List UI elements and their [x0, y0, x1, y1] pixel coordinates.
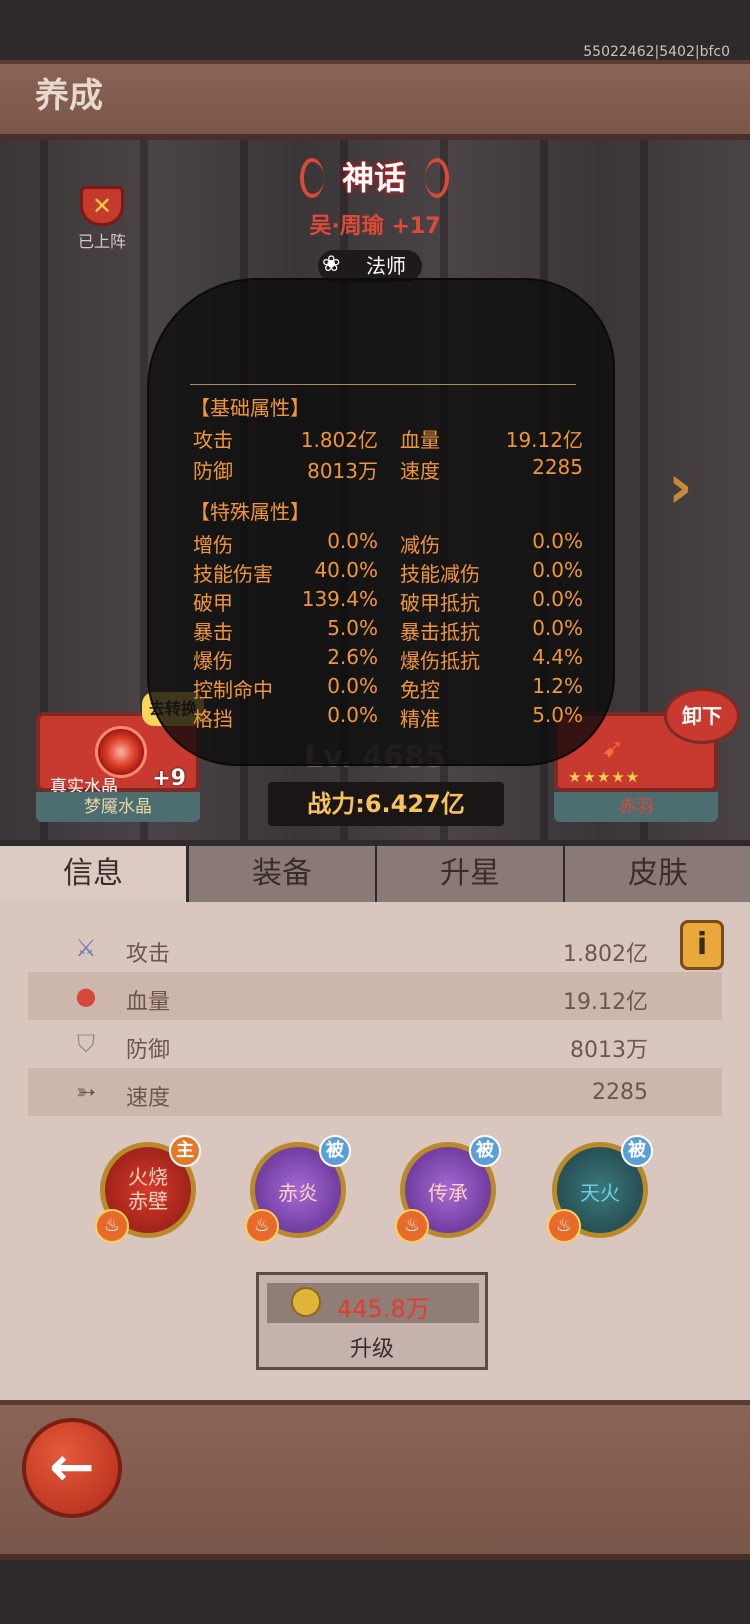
cost-value: 445.8万	[337, 1295, 430, 1323]
special-attributes-title: 【特殊属性】	[190, 500, 310, 524]
skill-type-badge: 主	[169, 1135, 201, 1167]
upgrade-cost: 445.8万	[267, 1283, 479, 1323]
back-arrow-icon[interactable]: ←	[22, 1418, 122, 1518]
skill-type-badge: 被	[319, 1135, 351, 1167]
page-title: 养成	[35, 76, 103, 116]
coin-icon	[291, 1287, 321, 1317]
tooltip-row: 技能伤害 40.0% 技能减伤 0.0%	[193, 558, 583, 586]
stat-row-speed: ➳ 速度 2285	[28, 1068, 722, 1116]
rank-badge: 神话	[341, 159, 406, 197]
top-bar	[0, 60, 750, 140]
fire-icon: ♨	[245, 1209, 279, 1243]
next-hero-arrow-icon[interactable]: ›	[668, 452, 718, 522]
tooltip-row: 爆伤 2.6% 爆伤抵抗 4.4%	[193, 645, 583, 673]
stat-row-hp: ● 血量 19.12亿	[28, 972, 722, 1020]
tooltip-row: 攻击 1.802亿 血量 19.12亿	[193, 428, 583, 452]
tab-star-up[interactable]: 升星	[377, 846, 563, 902]
crossed-swords-icon: ✕	[80, 186, 124, 226]
boot-icon: ➳	[75, 1078, 97, 1106]
fire-icon: ♨	[547, 1209, 581, 1243]
skill-main[interactable]: 火烧 赤壁 主 ♨	[95, 1135, 201, 1243]
upgrade-button[interactable]: 445.8万 升级	[256, 1272, 488, 1370]
crystal-name: 梦魇水晶	[36, 792, 200, 822]
stat-row-attack: ⚔ 攻击 1.802亿	[28, 924, 722, 972]
tooltip-row: 增伤 0.0% 减伤 0.0%	[193, 529, 583, 557]
footer-strip	[0, 1560, 750, 1624]
build-id: 55022462|5402|bfc0	[583, 44, 730, 60]
fire-icon: ♨	[95, 1209, 129, 1243]
upgrade-label: 升级	[349, 1337, 394, 1362]
deployed-status[interactable]: ✕ 已上阵	[72, 186, 132, 252]
tab-equipment[interactable]: 装备	[189, 846, 375, 902]
tooltip-row: 暴击 5.0% 暴击抵抗 0.0%	[193, 616, 583, 644]
tooltip-row: 控制命中 0.0% 免控 1.2%	[193, 674, 583, 702]
tab-skin[interactable]: 皮肤	[565, 846, 750, 902]
fire-icon: ♨	[395, 1209, 429, 1243]
sword-icon: ⚔	[75, 934, 97, 962]
tooltip-row: 破甲 139.4% 破甲抵抗 0.0%	[193, 587, 583, 615]
info-icon[interactable]: i	[680, 920, 724, 970]
tooltip-row: 防御 8013万 速度 2285	[193, 455, 583, 483]
skill-passive[interactable]: 天火 被 ♨	[547, 1135, 653, 1243]
unequip-button[interactable]: 卸下	[664, 688, 740, 744]
tab-bar: 信息 装备 升星 皮肤	[0, 846, 750, 902]
skill-passive[interactable]: 传承 被 ♨	[395, 1135, 501, 1243]
tooltip-row: 格挡 0.0% 精准 5.0%	[193, 703, 583, 731]
deployed-label: 已上阵	[77, 232, 126, 251]
mage-class-icon: ❀	[322, 252, 341, 277]
class-label: 法师	[366, 254, 406, 278]
shield-icon: ⛉	[77, 1030, 95, 1058]
tooltip-divider	[190, 384, 576, 385]
tab-info[interactable]: 信息	[0, 846, 186, 902]
treasure-name: 赤羽	[554, 792, 718, 822]
skill-passive[interactable]: 赤炎 被 ♨	[245, 1135, 351, 1243]
blood-icon: ●	[75, 982, 97, 1010]
skill-type-badge: 被	[621, 1135, 653, 1167]
stat-row-defense: ⛉ 防御 8013万	[28, 1020, 722, 1068]
base-attributes-title: 【基础属性】	[190, 396, 310, 420]
skill-type-badge: 被	[469, 1135, 501, 1167]
combat-power: 战力:6.427亿	[268, 782, 504, 826]
